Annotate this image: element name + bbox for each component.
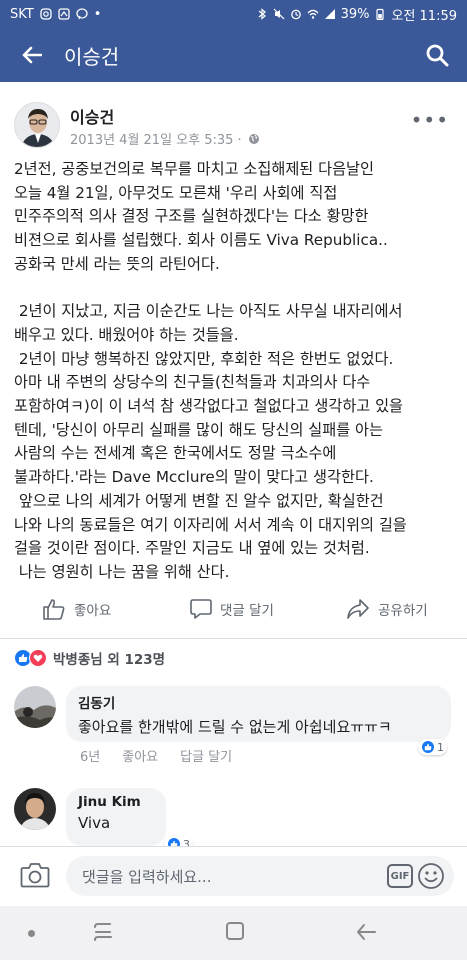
wifi-icon	[307, 9, 319, 19]
comment-meta: 6년 좋아요 답글 달기	[80, 746, 232, 765]
globe-icon	[248, 133, 259, 144]
avatar-portrait	[14, 788, 56, 830]
recent-apps-icon	[94, 923, 112, 941]
comment-button[interactable]: 댓글 달기	[190, 598, 274, 620]
back-arrow-icon	[357, 924, 376, 940]
app-header: 이승건	[0, 28, 467, 82]
camera-icon	[20, 863, 50, 888]
comment-bubble: Jinu Kim Viva	[66, 788, 166, 846]
emoji-button[interactable]	[417, 862, 445, 894]
smiley-icon	[418, 863, 444, 889]
commenter-avatar[interactable]	[14, 788, 56, 830]
messenger-icon	[76, 8, 88, 20]
comment-composer: 댓글을 입력하세요... GIF	[0, 846, 467, 906]
more-dot-icon: •	[93, 6, 102, 22]
back-button[interactable]	[0, 28, 64, 82]
commenter-name[interactable]: Jinu Kim	[78, 794, 154, 810]
camera-button[interactable]	[20, 861, 50, 893]
divider	[0, 638, 467, 639]
battery-icon	[376, 8, 385, 20]
comment-like-button[interactable]: 좋아요	[122, 746, 158, 765]
search-button[interactable]	[407, 28, 467, 82]
comment-reply-button[interactable]: 답글 달기	[180, 746, 232, 765]
status-bar: SKT • 39% 오전 11:59	[0, 0, 467, 28]
post-date[interactable]: 2013년 4월 21일 오후 5:35 ·	[70, 129, 242, 148]
author-name[interactable]: 이승건	[70, 104, 114, 128]
post-text: 2년전, 공중보건의로 복무를 마치고 소집해제된 다음날인 오늘 4월 21일…	[14, 160, 407, 581]
home-button[interactable]	[226, 922, 244, 940]
like-button[interactable]: 좋아요	[42, 598, 111, 620]
reactions-text: 박병종님 외 123명	[53, 652, 166, 668]
post-header: 이승건 2013년 4월 21일 오후 5:35 · •••	[0, 100, 467, 154]
like-label: 좋아요	[74, 603, 112, 619]
post-actions: 좋아요 댓글 달기 공유하기	[0, 592, 467, 626]
avatar-portrait	[15, 103, 59, 147]
battery-level: 39%	[340, 6, 370, 22]
comment-text: 좋아요를 한개밖에 드릴 수 없는게 아쉽네요ㅠㅠㅋ	[78, 718, 392, 736]
page-title: 이승건	[64, 44, 120, 69]
share-icon	[347, 599, 369, 619]
comment-text: Viva	[78, 814, 111, 832]
comment-bubble: 김동기 좋아요를 한개밖에 드릴 수 없는게 아쉽네요ㅠㅠㅋ	[66, 686, 451, 742]
recent-apps-button[interactable]	[92, 922, 114, 946]
author-avatar[interactable]	[14, 102, 60, 148]
comment-like-count: 1	[437, 740, 444, 754]
comment-label: 댓글 달기	[220, 603, 274, 619]
alarm-icon	[290, 9, 301, 20]
comment-icon	[190, 599, 212, 619]
instagram-icon	[40, 8, 52, 20]
signal-icon	[324, 9, 335, 19]
gif-button[interactable]: GIF	[387, 864, 413, 888]
mute-icon	[273, 8, 284, 20]
avatar-landscape	[14, 686, 56, 728]
nav-dot-icon[interactable]	[28, 930, 35, 937]
comment-like-badge[interactable]: 1	[418, 739, 447, 755]
like-reaction-icon	[421, 740, 435, 754]
share-label: 공유하기	[378, 603, 428, 619]
search-icon	[426, 44, 449, 67]
love-reaction-icon	[29, 649, 47, 667]
bluetooth-icon	[258, 8, 266, 20]
clock: 오전 11:59	[391, 8, 457, 24]
comment-time: 6년	[80, 750, 101, 765]
carrier-label: SKT	[10, 6, 34, 22]
commenter-avatar[interactable]	[14, 686, 56, 728]
notification-icon	[58, 8, 70, 20]
share-button[interactable]: 공유하기	[346, 598, 428, 620]
system-back-button[interactable]	[355, 921, 377, 947]
commenter-name[interactable]: 김동기	[78, 692, 439, 712]
thumbs-up-icon	[43, 599, 65, 620]
more-options-icon[interactable]: •••	[411, 108, 449, 132]
system-nav-bar	[0, 906, 467, 960]
post-meta: 2013년 4월 21일 오후 5:35 ·	[70, 129, 260, 148]
reactions-summary[interactable]: 박병종님 외 123명	[14, 648, 165, 668]
arrow-left-icon	[22, 46, 42, 64]
